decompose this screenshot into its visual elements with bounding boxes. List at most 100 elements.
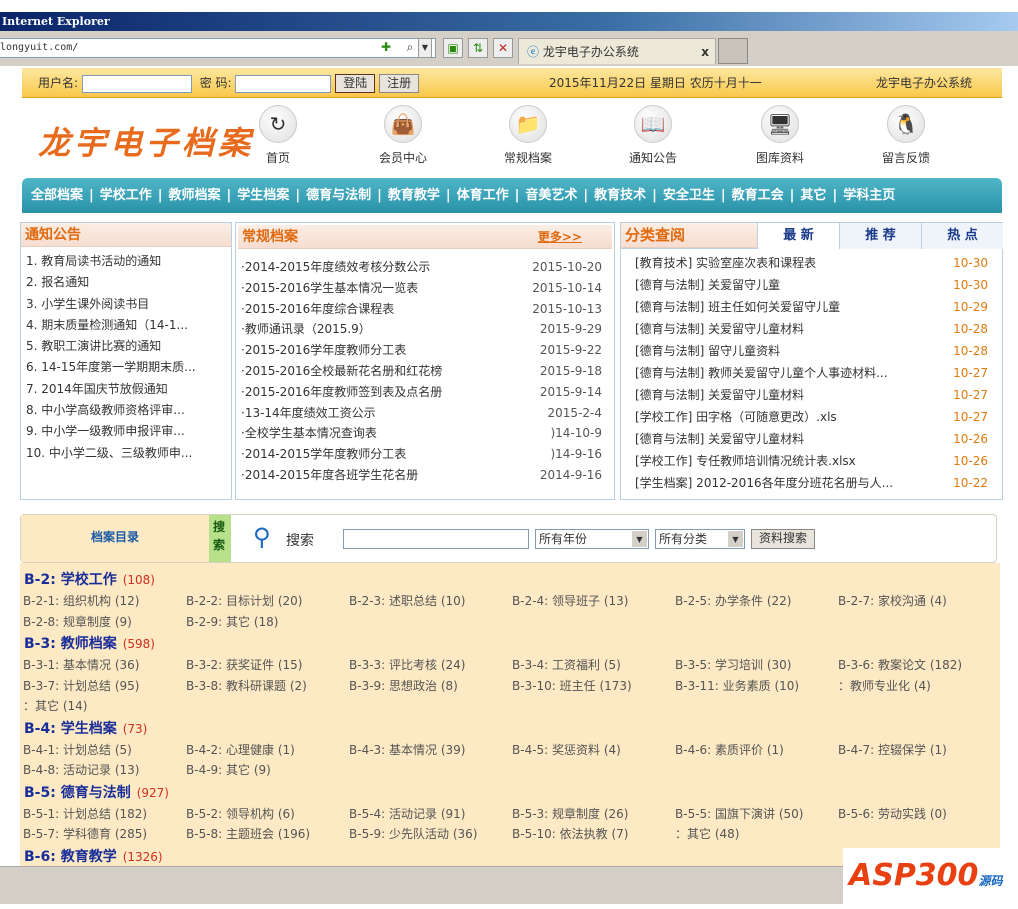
new-tab-button[interactable] — [718, 38, 748, 64]
search-icon[interactable]: ⌕ — [400, 38, 420, 58]
nav-home-link[interactable]: ↻ 首页 — [238, 105, 318, 166]
password-input[interactable] — [235, 74, 332, 93]
go-icon[interactable]: ✚ — [376, 38, 396, 58]
subcategory-link[interactable]: B-3-9: 思想政治 (8) — [349, 677, 458, 694]
subcategory-link[interactable]: B-2-4: 领导班子 (13) — [512, 592, 628, 609]
main-nav-item[interactable]: 全部档案 — [31, 188, 83, 203]
main-nav-item[interactable]: 其它 — [800, 188, 826, 203]
subcategory-link[interactable]: B-5-5: 国旗下演讲 (50) — [675, 805, 803, 822]
more-link[interactable]: 更多>> — [538, 225, 582, 249]
register-button[interactable]: 注册 — [379, 74, 420, 93]
notice-item[interactable]: 2. 报名通知 — [26, 272, 231, 293]
main-nav-item[interactable]: 音美艺术 — [525, 188, 577, 203]
subcategory-link[interactable]: B-4-1: 计划总结 (5) — [23, 741, 132, 758]
nav-monitor-link[interactable]: 🖥 图库资料 — [740, 105, 820, 166]
browse-item[interactable]: [学校工作] 田字格（可随意更改）.xls 10-27 — [635, 407, 1002, 429]
subcategory-link[interactable]: B-2-7: 家校沟通 (4) — [838, 592, 947, 609]
compat-icon[interactable]: ▣ — [443, 38, 463, 58]
category-heading[interactable]: B-3: 教师档案 (598) — [24, 633, 155, 653]
subcategory-link[interactable]: B-4-8: 活动记录 (13) — [23, 761, 139, 778]
browse-item[interactable]: [德育与法制] 关爱留守儿童材料 10-27 — [635, 385, 1002, 407]
regular-item[interactable]: ·2015-2016年度综合课程表 2015-10-13 — [241, 299, 614, 320]
dropdown-icon[interactable]: ▼ — [418, 38, 432, 58]
category-heading[interactable]: B-2: 学校工作 (108) — [24, 569, 155, 589]
subcategory-link[interactable]: B-3-11: 业务素质 (10) — [675, 677, 799, 694]
subcategory-link[interactable]: B-5-3: 规章制度 (26) — [512, 805, 628, 822]
category-heading[interactable]: B-4: 学生档案 (73) — [24, 718, 147, 738]
year-select[interactable]: 所有年份 ▼ — [535, 529, 649, 549]
subcategory-link[interactable]: B-5-2: 领导机构 (6) — [186, 805, 295, 822]
subcategory-link[interactable]: B-4-3: 基本情况 (39) — [349, 741, 465, 758]
notice-item[interactable]: 8. 中小学高级教师资格评审... — [26, 400, 231, 421]
tab-latest[interactable]: 最 新 — [757, 223, 839, 249]
browse-item[interactable]: [德育与法制] 关爱留守儿童材料 10-28 — [635, 319, 1002, 341]
notice-item[interactable]: 1. 教育局读书活动的通知 — [26, 251, 231, 272]
subcategory-link[interactable]: B-2-8: 规章制度 (9) — [23, 613, 132, 630]
main-nav-item[interactable]: 学校工作 — [100, 188, 152, 203]
regular-item[interactable]: ·2014-2015学年度教师分工表)14-9-16 — [241, 444, 614, 465]
regular-item[interactable]: ·2015-2016全校最新花名册和红花榜 2015-9-18 — [241, 361, 614, 382]
subcategory-link[interactable]: ：其它 (48) — [675, 825, 739, 842]
nav-bag-link[interactable]: 👜 会员中心 — [363, 105, 443, 166]
subcategory-link[interactable]: B-3-8: 教科研课题 (2) — [186, 677, 307, 694]
category-heading[interactable]: B-6: 教育教学 (1326) — [24, 846, 163, 866]
notice-item[interactable]: 5. 教职工演讲比赛的通知 — [26, 336, 231, 357]
main-nav-item[interactable]: 教育技术 — [594, 188, 646, 203]
tab-recommended[interactable]: 推 荐 — [839, 223, 921, 249]
subcategory-link[interactable]: B-3-4: 工资福利 (5) — [512, 656, 621, 673]
regular-item[interactable]: ·2015-2016学生基本情况一览表 2015-10-14 — [241, 278, 614, 299]
main-nav-item[interactable]: 教师档案 — [169, 188, 221, 203]
subcategory-link[interactable]: B-3-10: 班主任 (173) — [512, 677, 632, 694]
browse-item[interactable]: [学校工作] 专任教师培训情况统计表.xlsx 10-26 — [635, 451, 1002, 473]
browse-item[interactable]: [德育与法制] 留守儿童资料 10-28 — [635, 341, 1002, 363]
subcategory-link[interactable]: B-5-1: 计划总结 (182) — [23, 805, 147, 822]
subcategory-link[interactable]: B-3-5: 学习培训 (30) — [675, 656, 791, 673]
subcategory-link[interactable]: B-2-1: 组织机构 (12) — [23, 592, 139, 609]
category-heading[interactable]: B-5: 德育与法制 (927) — [24, 782, 169, 802]
subcategory-link[interactable]: B-4-5: 奖惩资料 (4) — [512, 741, 621, 758]
nav-folder-link[interactable]: 📁 常规档案 — [488, 105, 568, 166]
main-nav-item[interactable]: 教育工会 — [732, 188, 784, 203]
category-select[interactable]: 所有分类 ▼ — [655, 529, 745, 549]
address-bar[interactable]: longyuit.com/ — [0, 38, 436, 58]
subcategory-link[interactable]: B-3-3: 评比考核 (24) — [349, 656, 465, 673]
notice-item[interactable]: 9. 中小学一级教师申报评审... — [26, 421, 231, 442]
nav-penguin-link[interactable]: 🐧 留言反馈 — [866, 105, 946, 166]
main-nav-item[interactable]: 教育教学 — [388, 188, 440, 203]
subcategory-link[interactable]: B-5-6: 劳动实践 (0) — [838, 805, 947, 822]
regular-item[interactable]: ·13-14年度绩效工资公示 2015-2-4 — [241, 403, 614, 424]
nav-book-link[interactable]: 📖 通知公告 — [613, 105, 693, 166]
subcategory-link[interactable]: B-2-9: 其它 (18) — [186, 613, 278, 630]
subcategory-link[interactable]: B-3-7: 计划总结 (95) — [23, 677, 139, 694]
subcategory-link[interactable]: B-5-9: 少先队活动 (36) — [349, 825, 477, 842]
regular-item[interactable]: ·全校学生基本情况查询表)14-10-9 — [241, 423, 614, 444]
subcategory-link[interactable]: B-2-5: 办学条件 (22) — [675, 592, 791, 609]
subcategory-link[interactable]: B-3-2: 获奖证件 (15) — [186, 656, 302, 673]
regular-item[interactable]: ·教师通讯录（2015.9） 2015-9-29 — [241, 319, 614, 340]
stop-icon[interactable]: ✕ — [493, 38, 513, 58]
notice-item[interactable]: 3. 小学生课外阅读书目 — [26, 294, 231, 315]
browse-item[interactable]: [学生档案] 2012-2016各年度分班花名册与人... 10-22 — [635, 473, 1002, 495]
subcategory-link[interactable]: B-4-7: 控辍保学 (1) — [838, 741, 947, 758]
main-nav-item[interactable]: 学科主页 — [843, 188, 895, 203]
tab-close-icon[interactable]: x — [701, 39, 709, 65]
regular-item[interactable]: ·2015-2016年度教师签到表及点名册 2015-9-14 — [241, 382, 614, 403]
subcategory-link[interactable]: B-5-4: 活动记录 (91) — [349, 805, 465, 822]
browse-item[interactable]: [德育与法制] 关爱留守儿童材料 10-26 — [635, 429, 1002, 451]
subcategory-link[interactable]: B-3-1: 基本情况 (36) — [23, 656, 139, 673]
subcategory-link[interactable]: B-5-10: 依法执教 (7) — [512, 825, 628, 842]
browser-tab[interactable]: ⓔ 龙宇电子办公系统 x — [518, 38, 716, 64]
notice-item[interactable]: 4. 期末质量检测通知（14-1... — [26, 315, 231, 336]
subcategory-link[interactable]: B-4-6: 素质评价 (1) — [675, 741, 784, 758]
main-nav-item[interactable]: 学生档案 — [237, 188, 289, 203]
browse-item[interactable]: [教育技术] 实验室座次表和课程表 10-30 — [635, 253, 1002, 275]
subcategory-link[interactable]: B-4-9: 其它 (9) — [186, 761, 271, 778]
notice-item[interactable]: 10. 中小学二级、三级教师申... — [26, 443, 231, 464]
regular-item[interactable]: ·2014-2015年度各班学生花名册 2014-9-16 — [241, 465, 614, 486]
login-button[interactable]: 登陆 — [335, 74, 376, 93]
main-nav-item[interactable]: 德育与法制 — [306, 188, 371, 203]
subcategory-link[interactable]: B-5-7: 学科德育 (285) — [23, 825, 147, 842]
refresh-icon[interactable]: ⇅ — [468, 38, 488, 58]
browse-item[interactable]: [德育与法制] 关爱留守儿童 10-30 — [635, 275, 1002, 297]
regular-item[interactable]: ·2014-2015年度绩效考核分数公示 2015-10-20 — [241, 257, 614, 278]
